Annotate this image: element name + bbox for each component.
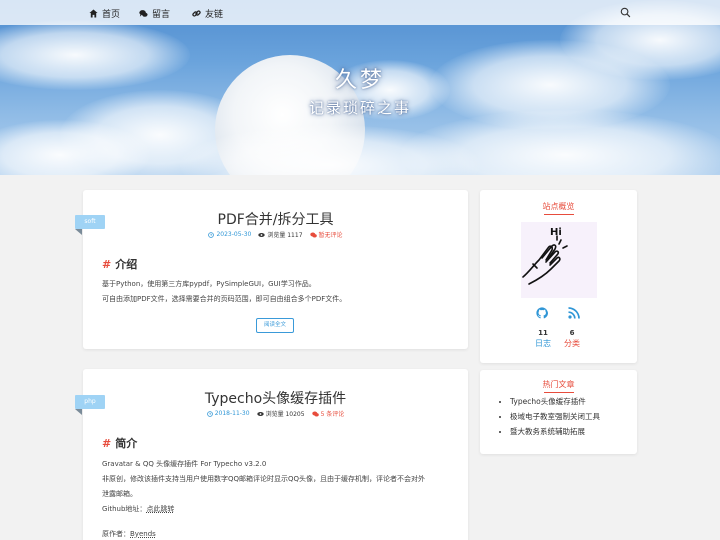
nav-item-home[interactable]: 首页	[89, 6, 120, 20]
home-icon	[89, 8, 98, 18]
github-link[interactable]: 点此跳转	[146, 505, 174, 513]
nav-label-home: 首页	[102, 9, 121, 20]
post-excerpt: 基于Python，使用第三方库pypdf，PySimpleGUI，GUI学习作品…	[102, 280, 347, 303]
stat-logs[interactable]: 11 日志	[528, 329, 558, 349]
post-comments[interactable]: 5 条评论	[311, 409, 344, 418]
nav-label-guestbook: 留言	[152, 9, 171, 20]
post-date: 2018-11-30	[206, 409, 250, 418]
logs-count: 11	[538, 329, 548, 337]
post-comments[interactable]: 暂无评论	[309, 230, 343, 239]
post-title[interactable]: PDF合并/拆分工具	[83, 209, 468, 229]
top-navbar: 首页 留言 友链	[0, 0, 720, 25]
nav-label-links: 友链	[205, 9, 224, 20]
eye-icon	[258, 232, 266, 237]
categories-label: 分类	[564, 339, 580, 348]
nav-item-guestbook[interactable]: 留言	[139, 6, 170, 20]
post-card: php Typecho头像缓存插件 2018-11-30 浏览量 10205 5…	[75, 369, 468, 540]
nav-item-links[interactable]: 友链	[192, 6, 223, 20]
post-title[interactable]: Typecho头像缓存插件	[83, 388, 468, 408]
post-views: 浏览量 10205	[256, 409, 305, 418]
site-title: 久梦	[334, 68, 385, 93]
stat-categories[interactable]: 6 分类	[557, 329, 587, 349]
rss-icon[interactable]	[568, 307, 580, 319]
eye-icon	[256, 411, 264, 416]
post-date: 2023-05-30	[208, 230, 251, 239]
comments-icon	[311, 411, 319, 416]
categories-count: 6	[569, 329, 575, 337]
clock-icon	[208, 231, 215, 238]
site-overview-card: 站点概览 Hi 11 日志 6 分类	[480, 190, 637, 363]
search-icon[interactable]	[620, 7, 631, 18]
section-heading: # 简介	[102, 437, 138, 450]
site-subtitle: 记录琐碎之事	[308, 99, 411, 117]
hot-post-item[interactable]: 极域电子教室强制关闭工具	[510, 409, 600, 424]
link-icon	[192, 9, 201, 17]
hot-heading: 热门文章	[480, 379, 637, 393]
post-meta: 2018-11-30 浏览量 10205 5 条评论	[83, 409, 468, 418]
post-card: soft PDF合并/拆分工具 2023-05-30 浏览量 1117 暂无评论…	[75, 190, 468, 349]
section-heading: # 介绍	[102, 258, 138, 271]
hero-banner: 久梦 记录琐碎之事	[0, 0, 720, 175]
hot-posts-list: Typecho头像缓存插件 极域电子教室强制关闭工具 暨大教务系统辅助拓展	[510, 394, 600, 439]
post-meta: 2023-05-30 浏览量 1117 暂无评论	[83, 230, 468, 239]
avatar: Hi	[521, 222, 597, 298]
post-excerpt: Gravatar & QQ 头像缓存插件 For Typecho v3.2.0 …	[102, 457, 425, 517]
read-more-button[interactable]: 阅读全文	[256, 318, 294, 333]
github-icon[interactable]	[536, 307, 548, 319]
github-line: Github地址：点此跳转	[102, 505, 175, 513]
comments-icon	[309, 232, 317, 237]
overview-heading: 站点概览	[480, 201, 637, 215]
logs-label: 日志	[535, 339, 551, 348]
author-line: 原作者：Byends	[102, 530, 156, 538]
waving-hand-icon: Hi	[522, 227, 568, 285]
clock-icon	[206, 410, 213, 417]
comments-icon	[139, 9, 148, 17]
hi-text: Hi	[550, 227, 562, 238]
author-link[interactable]: Byends	[130, 530, 156, 538]
post-views: 浏览量 1117	[258, 230, 303, 239]
hot-post-item[interactable]: Typecho头像缓存插件	[510, 394, 600, 409]
hot-posts-card: 热门文章 Typecho头像缓存插件 极域电子教室强制关闭工具 暨大教务系统辅助…	[480, 370, 637, 454]
hot-post-item[interactable]: 暨大教务系统辅助拓展	[510, 424, 600, 439]
